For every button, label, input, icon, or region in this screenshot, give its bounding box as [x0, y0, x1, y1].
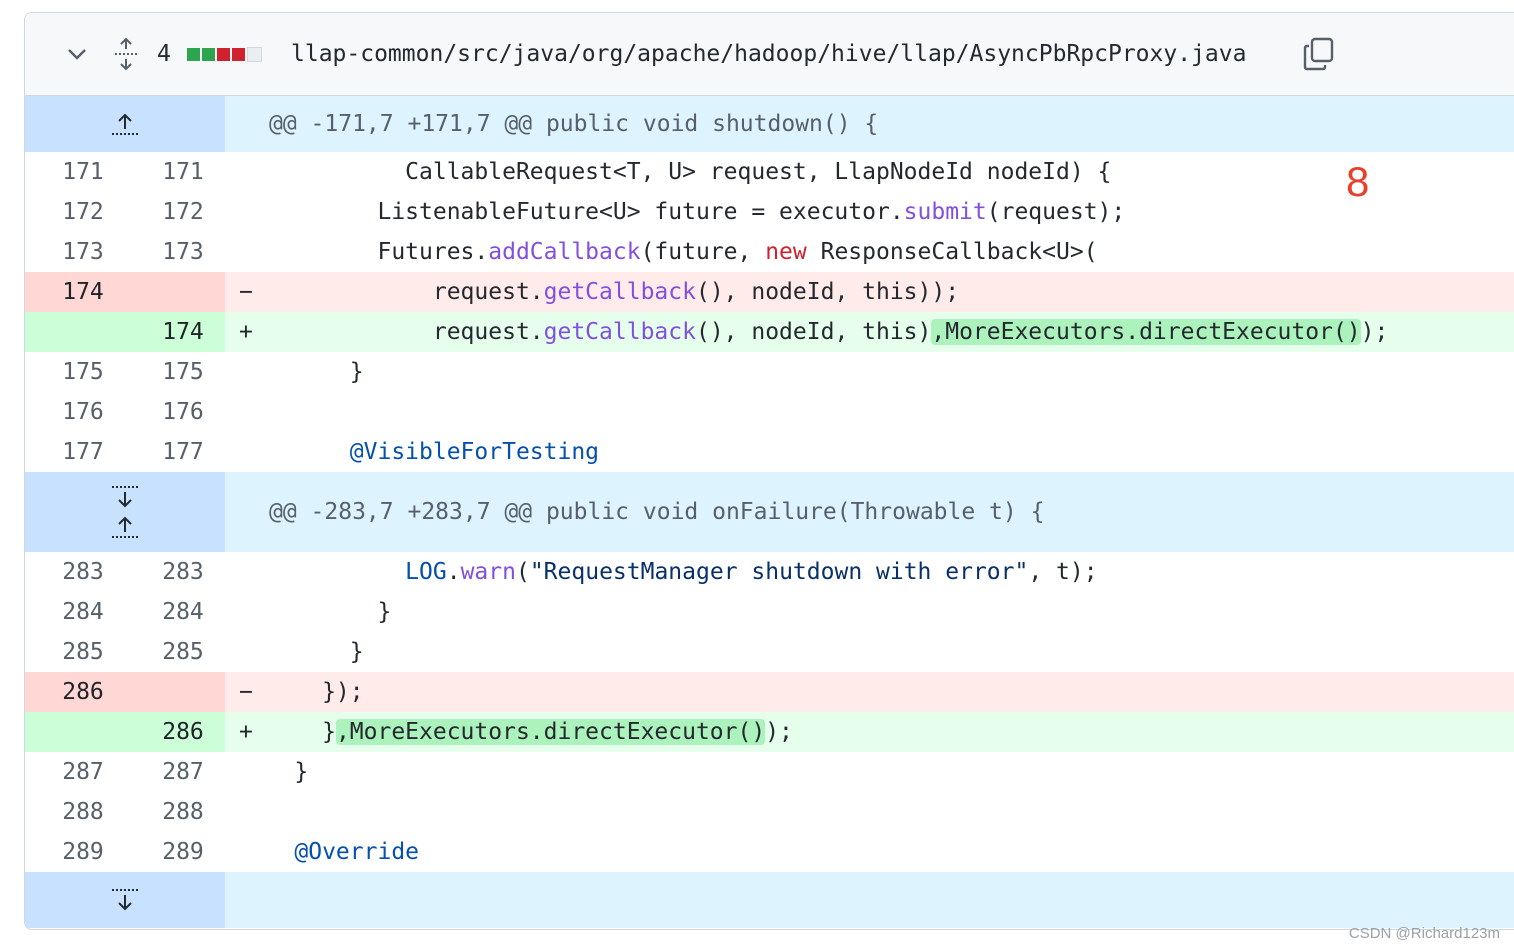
diffstat-bar: [187, 13, 264, 95]
hunk-header: @@ -171,7 +171,7 @@ public void shutdown…: [25, 96, 1514, 152]
new-line-number[interactable]: 174: [133, 312, 233, 352]
old-line-number[interactable]: 286: [33, 672, 133, 712]
code-text: request.getCallback(), nodeId, this));: [239, 279, 960, 305]
old-line-number[interactable]: [33, 712, 133, 752]
diffstat-square-del: [217, 47, 230, 61]
hunk-header-text: @@ -283,7 +283,7 @@ public void onFailur…: [269, 499, 1045, 525]
old-line-number[interactable]: [33, 312, 133, 352]
old-line-number[interactable]: 176: [33, 392, 133, 432]
new-line-number[interactable]: 177: [133, 432, 233, 472]
old-line-number[interactable]: 175: [33, 352, 133, 392]
diffstat-square-add: [202, 47, 215, 61]
old-line-number[interactable]: 171: [33, 152, 133, 192]
code-text: });: [239, 679, 364, 705]
diffstat-square-neutral: [247, 46, 262, 62]
new-line-number[interactable]: 176: [133, 392, 233, 432]
old-line-number[interactable]: 284: [33, 592, 133, 632]
hunk-lines-1: 171 171 CallableRequest<T, U> request, Ll…: [25, 152, 1514, 472]
old-line-number[interactable]: 172: [33, 192, 133, 232]
expand-up-icon[interactable]: [110, 514, 140, 540]
old-line-number[interactable]: 288: [33, 792, 133, 832]
diffstat-square-add: [187, 47, 200, 61]
deleted-line: 174− request.getCallback(), nodeId, this…: [25, 272, 1514, 312]
code-text: }: [239, 759, 309, 785]
expand-down-icon[interactable]: [110, 484, 140, 510]
changes-count: 4: [157, 41, 171, 67]
code-text: request.getCallback(), nodeId, this),Mor…: [239, 319, 1389, 345]
expand-up-icon: [112, 113, 138, 135]
old-line-number[interactable]: 174: [33, 272, 133, 312]
expand-down-button[interactable]: [25, 872, 225, 928]
diffstat-square-del: [232, 47, 245, 61]
code-text: @Override: [294, 839, 420, 865]
new-line-number[interactable]: 172: [133, 192, 233, 232]
code-text: Futures.addCallback(future, new Response…: [239, 239, 1098, 265]
watermark: CSDN @Richard123m: [1348, 925, 1500, 942]
new-line-number[interactable]: 285: [133, 632, 233, 672]
context-line: 176 176: [25, 392, 1514, 432]
old-line-number[interactable]: 283: [33, 552, 133, 592]
context-line: 287 287 }: [25, 752, 1514, 792]
deleted-line: 286− });: [25, 672, 1514, 712]
context-line: 177 177 @VisibleForTesting: [25, 432, 1514, 472]
hunk-header: @@ -283,7 +283,7 @@ public void onFailur…: [25, 472, 1514, 552]
old-line-number[interactable]: 177: [33, 432, 133, 472]
new-line-number[interactable]: [133, 672, 233, 712]
expand-up-button[interactable]: [25, 96, 225, 152]
context-line: 288 288: [25, 792, 1514, 832]
added-line: 286 + },MoreExecutors.directExecutor());: [25, 712, 1514, 752]
context-line: 283 283 LOG.warn("RequestManager shutdown…: [25, 552, 1514, 592]
new-line-number[interactable]: 173: [133, 232, 233, 272]
collapse-chevron-icon[interactable]: [65, 13, 89, 95]
code-text: }: [239, 599, 392, 625]
code-text: CallableRequest<T, U> request, LlapNodeI…: [239, 159, 1112, 185]
new-line-number[interactable]: 288: [133, 792, 233, 832]
context-line: 289 289 @Override: [25, 832, 1514, 872]
old-line-number[interactable]: 287: [33, 752, 133, 792]
expand-down-icon: [112, 889, 138, 911]
code-text: ListenableFuture<U> future = executor.su…: [239, 199, 1126, 225]
new-line-number[interactable]: 284: [133, 592, 233, 632]
context-line: 173 173 Futures.addCallback(future, new R…: [25, 232, 1514, 272]
copy-path-icon[interactable]: [1303, 13, 1335, 95]
hunk-lines-2: 283 283 LOG.warn("RequestManager shutdown…: [25, 552, 1514, 872]
code-text: },MoreExecutors.directExecutor());: [239, 719, 793, 745]
expand-both-button[interactable]: [25, 472, 225, 552]
added-line: 174 + request.getCallback(), nodeId, this…: [25, 312, 1514, 352]
file-path[interactable]: llap-common/src/java/org/apache/hadoop/h…: [291, 13, 1246, 95]
old-line-number[interactable]: 285: [33, 632, 133, 672]
hunk-header-text: @@ -171,7 +171,7 @@ public void shutdown…: [269, 111, 879, 137]
new-line-number[interactable]: 289: [133, 832, 233, 872]
new-line-number[interactable]: [133, 272, 233, 312]
code-text: @VisibleForTesting: [349, 439, 600, 465]
annotation-number: 8: [1346, 158, 1370, 205]
old-line-number[interactable]: 173: [33, 232, 133, 272]
context-line: 285 285 }: [25, 632, 1514, 672]
code-text: }: [239, 639, 364, 665]
new-line-number[interactable]: 283: [133, 552, 233, 592]
old-line-number[interactable]: 289: [33, 832, 133, 872]
new-line-number[interactable]: 171: [133, 152, 233, 192]
diff-file-panel: 4 llap-common/src/java/org/apache/hadoop…: [24, 12, 1514, 930]
file-header: 4 llap-common/src/java/org/apache/hadoop…: [25, 13, 1514, 96]
context-line: 171 171 CallableRequest<T, U> request, Ll…: [25, 152, 1514, 192]
code-text: }: [239, 359, 364, 385]
new-line-number[interactable]: 175: [133, 352, 233, 392]
context-line: 175 175 }: [25, 352, 1514, 392]
context-line: 284 284 }: [25, 592, 1514, 632]
context-line: 172 172 ListenableFuture<U> future = exec…: [25, 192, 1514, 232]
code-text: LOG.warn("RequestManager shutdown with e…: [405, 559, 1098, 585]
expand-all-icon[interactable]: [113, 13, 139, 95]
new-line-number[interactable]: 287: [133, 752, 233, 792]
new-line-number[interactable]: 286: [133, 712, 233, 752]
hunk-footer: [25, 872, 1514, 928]
